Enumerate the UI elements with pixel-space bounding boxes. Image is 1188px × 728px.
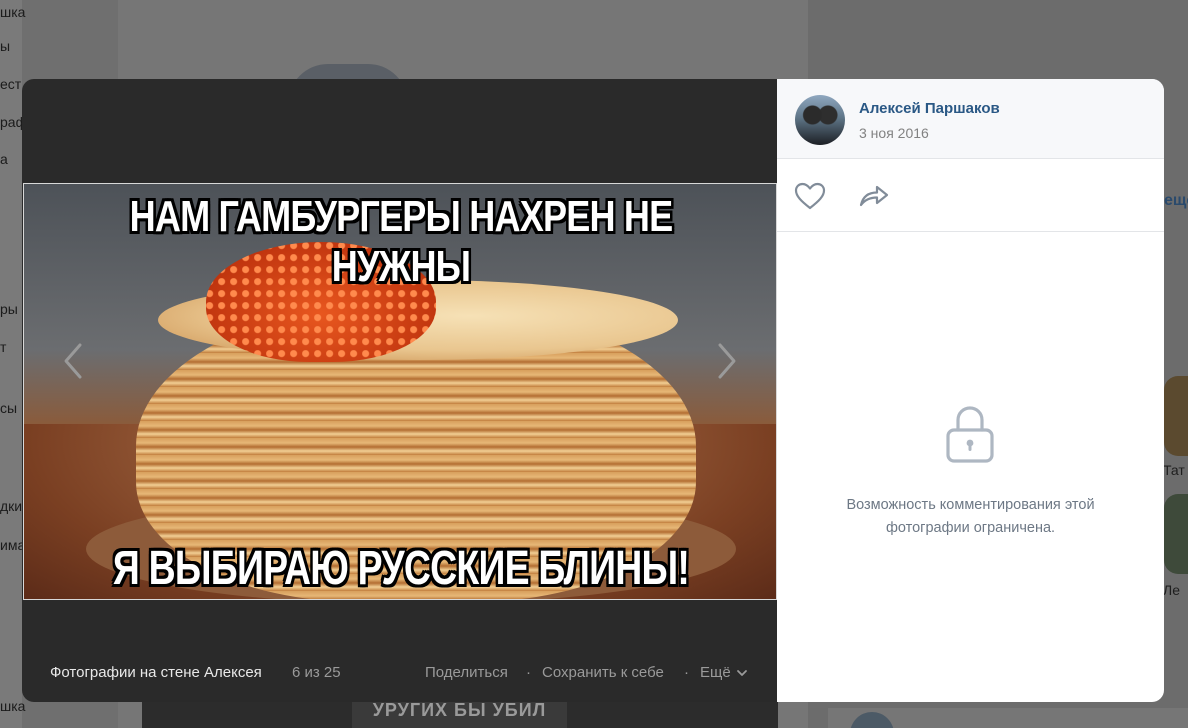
more-actions-button[interactable]: Ещё: [700, 664, 731, 681]
photo-viewer-modal: НАМ ГАМБУРГЕРЫ НАХРЕН НЕ НУЖНЫ Я ВЫБИРАЮ…: [22, 79, 1164, 702]
author-avatar[interactable]: [795, 95, 845, 145]
like-button[interactable]: [793, 181, 827, 211]
background-more-link: ещё: [1164, 192, 1188, 209]
bg-menu-fragment: шка: [0, 4, 26, 20]
comments-restricted-message: Возможность комментирования этой фотогра…: [846, 497, 1095, 536]
bg-menu-fragment: ест: [0, 76, 22, 92]
meme-caption-top: НАМ ГАМБУРГЕРЫ НАХРЕН НЕ НУЖНЫ: [129, 192, 674, 291]
background-avatar-small: [850, 712, 894, 728]
share-arrow-icon: [859, 185, 889, 207]
save-to-album-button[interactable]: Сохранить к себе: [542, 664, 664, 681]
author-header: Алексей Паршаков 3 ноя 2016: [777, 79, 1164, 159]
chevron-left-icon: [64, 343, 82, 379]
photo-footer: Фотографии на стене Алексея 6 из 25 Поде…: [22, 654, 777, 694]
footer-separator: ·: [526, 664, 531, 681]
bg-menu-fragment: а: [0, 151, 8, 167]
photo-side-panel: Алексей Паршаков 3 ноя 2016 Возможность …: [777, 79, 1164, 702]
chevron-down-icon[interactable]: [736, 666, 748, 683]
background-friend-avatar: [1164, 376, 1188, 456]
share-button[interactable]: Поделиться: [425, 664, 508, 681]
lock-icon: [946, 406, 994, 463]
photo-image[interactable]: НАМ ГАМБУРГЕРЫ НАХРЕН НЕ НУЖНЫ Я ВЫБИРАЮ…: [23, 183, 777, 600]
meme-caption-bottom: Я ВЫБИРАЮ РУССКИЕ БЛИНЫ!: [112, 542, 690, 595]
comments-area: Возможность комментирования этой фотогра…: [777, 232, 1164, 702]
background-photo-strip: УРУГИХ БЫ УБИЛ: [142, 700, 778, 728]
bg-menu-fragment: дки: [0, 498, 23, 514]
bg-menu-fragment: т: [0, 339, 7, 355]
background-left-menu: шка ы ест раф а ры т сы дки има шка: [0, 0, 27, 728]
photo-actions-bar: [777, 159, 1164, 232]
footer-separator: ·: [684, 664, 689, 681]
previous-photo-button[interactable]: [58, 341, 88, 381]
repost-button[interactable]: [857, 181, 891, 211]
chevron-right-icon: [718, 343, 736, 379]
next-photo-button[interactable]: [712, 341, 742, 381]
bg-menu-fragment: ры: [0, 301, 18, 317]
post-date[interactable]: 3 ноя 2016: [859, 125, 929, 141]
bg-menu-fragment: ы: [0, 38, 11, 54]
background-friend-avatar: [1164, 494, 1188, 574]
background-photo-text: УРУГИХ БЫ УБИЛ: [352, 700, 567, 728]
background-friend-name: Ле: [1163, 582, 1180, 598]
photo-pane: НАМ ГАМБУРГЕРЫ НАХРЕН НЕ НУЖНЫ Я ВЫБИРАЮ…: [22, 79, 777, 702]
bg-menu-fragment: сы: [0, 400, 18, 416]
background-friend-name: Тат: [1163, 462, 1185, 478]
author-name-link[interactable]: Алексей Паршаков: [859, 100, 1000, 117]
background-bottom-right: [828, 708, 1188, 728]
photo-counter: 6 из 25: [292, 664, 341, 681]
album-title-link[interactable]: Фотографии на стене Алексея: [50, 664, 262, 681]
heart-icon: [794, 182, 826, 210]
